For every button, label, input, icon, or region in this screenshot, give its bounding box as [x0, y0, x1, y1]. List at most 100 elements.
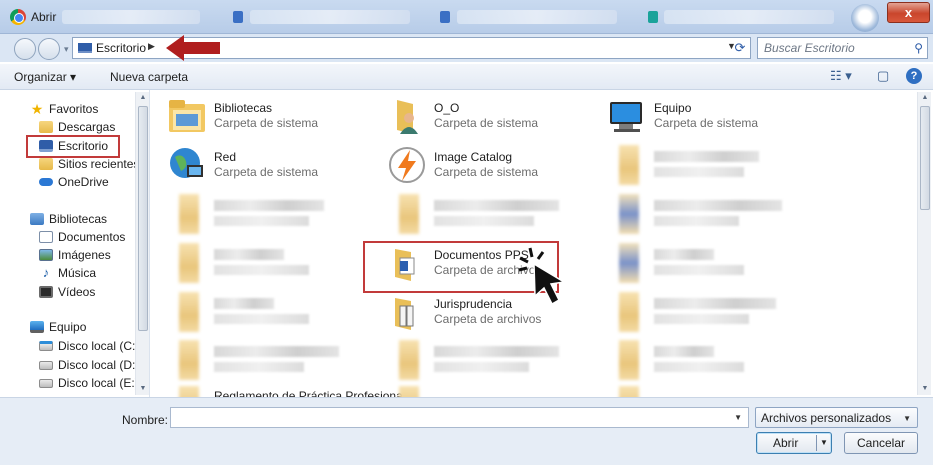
breadcrumb-chevron-icon[interactable]: ▶	[148, 41, 155, 52]
sidebar-item-favorites[interactable]: ★ Favoritos	[30, 101, 99, 117]
address-location[interactable]: Escritorio	[96, 41, 146, 55]
blurred-type	[214, 216, 309, 226]
blurred-item[interactable]	[167, 340, 367, 384]
list-item[interactable]: Image Catalog Carpeta de sistema	[387, 145, 587, 189]
sidebar-scrollbar[interactable]: ▲ ▼	[135, 92, 149, 395]
libraries-icon	[169, 100, 205, 132]
blurred-item[interactable]	[387, 340, 587, 384]
blurred-item[interactable]	[607, 340, 807, 384]
filename-input[interactable]	[174, 409, 729, 426]
list-item[interactable]: Equipo Carpeta de sistema	[607, 96, 807, 140]
folder-icon	[399, 340, 419, 380]
file-type-dropdown-icon[interactable]: ▼	[903, 414, 911, 423]
folder-icon	[399, 194, 419, 234]
computer-icon	[610, 102, 642, 132]
change-view-icon[interactable]: ☷ ▾	[830, 68, 852, 84]
list-item[interactable]: O_O Carpeta de sistema	[387, 96, 587, 140]
blurred-type	[214, 314, 309, 324]
list-item[interactable]: Reglamento de Práctica Profesional	[167, 386, 405, 397]
search-box[interactable]: ⚲	[757, 37, 928, 59]
scroll-up-icon[interactable]: ▲	[136, 92, 150, 104]
folder-icon	[619, 292, 639, 332]
search-input[interactable]	[764, 39, 909, 57]
music-icon: ♪	[42, 265, 50, 280]
sidebar-item-drive-c[interactable]: Disco local (C:)	[39, 339, 139, 353]
blurred-item[interactable]	[167, 194, 367, 238]
close-button[interactable]: x	[887, 2, 930, 23]
blurred-name	[654, 249, 714, 260]
file-type-value: Archivos personalizados	[761, 411, 892, 425]
list-item[interactable]: Red Carpeta de sistema	[167, 145, 367, 189]
blurred-name	[654, 200, 782, 211]
blurred-item[interactable]	[387, 386, 587, 397]
content-scrollbar[interactable]: ▲ ▼	[917, 92, 931, 395]
blurred-name	[434, 200, 559, 211]
content-scroll-thumb[interactable]	[920, 106, 930, 210]
sidebar-item-libraries[interactable]: Bibliotecas	[30, 212, 107, 226]
scroll-down-icon[interactable]: ▼	[136, 383, 150, 395]
pictures-icon	[39, 249, 53, 261]
folder-icon	[619, 243, 639, 283]
profile-bubble-icon	[851, 4, 879, 32]
file-type-select[interactable]: Archivos personalizados ▼	[755, 407, 918, 428]
sidebar-item-drive-e[interactable]: Disco local (E:)	[39, 376, 139, 390]
sidebar-item-downloads[interactable]: Descargas	[39, 120, 115, 134]
blurred-name	[214, 346, 339, 357]
blurred-item[interactable]	[607, 145, 807, 189]
blurred-name	[434, 346, 559, 357]
sidebar-item-drive-d[interactable]: Disco local (D:)	[39, 358, 139, 372]
sidebar-item-computer[interactable]: Equipo	[30, 320, 86, 334]
image-catalog-icon	[389, 147, 425, 183]
open-options-icon[interactable]: ▼	[816, 435, 831, 451]
sidebar-item-pictures[interactable]: Imágenes	[39, 248, 111, 262]
sidebar-scroll-thumb[interactable]	[138, 106, 148, 331]
blurred-type	[654, 314, 749, 324]
refresh-icon[interactable]: ⟳	[730, 38, 750, 58]
preview-pane-icon[interactable]: ▢	[877, 68, 889, 84]
annotation-arrow-icon	[166, 35, 220, 61]
forward-button[interactable]	[38, 38, 60, 60]
onedrive-icon	[39, 178, 53, 186]
sidebar-item-onedrive[interactable]: OneDrive	[39, 175, 109, 189]
scroll-down-icon[interactable]: ▼	[918, 383, 932, 395]
organize-button[interactable]: Organizar ▾	[14, 70, 76, 84]
blurred-item[interactable]	[607, 243, 807, 287]
open-button[interactable]: Abrir ▼	[756, 432, 832, 454]
filename-dropdown-icon[interactable]: ▼	[734, 413, 742, 422]
blurred-item[interactable]	[607, 292, 807, 336]
search-icon[interactable]: ⚲	[914, 41, 923, 55]
blurred-item[interactable]	[607, 194, 807, 238]
blurred-item[interactable]	[387, 194, 587, 238]
filename-combobox[interactable]: ▼	[170, 407, 749, 428]
star-icon: ★	[30, 101, 44, 117]
desktop-highlight-box	[26, 135, 120, 158]
cancel-button[interactable]: Cancelar	[844, 432, 918, 454]
blurred-item[interactable]	[607, 386, 807, 397]
desktop-icon	[78, 43, 92, 53]
recent-locations-icon[interactable]: ▾	[64, 44, 69, 55]
blurred-item[interactable]	[167, 292, 367, 336]
list-item[interactable]: Bibliotecas Carpeta de sistema	[167, 96, 367, 140]
user-folder-icon	[397, 100, 418, 134]
sidebar-item-music[interactable]: ♪ Música	[39, 266, 96, 280]
sidebar-item-recent[interactable]: Sitios recientes	[39, 157, 139, 171]
sidebar-item-videos[interactable]: Vídeos	[39, 285, 95, 299]
scroll-up-icon[interactable]: ▲	[918, 92, 932, 104]
blurred-type	[214, 362, 304, 372]
folder-icon	[179, 340, 199, 380]
blurred-item[interactable]	[167, 243, 367, 287]
new-folder-button[interactable]: Nueva carpeta	[110, 70, 188, 84]
help-icon[interactable]: ?	[906, 68, 922, 84]
tab-favicon	[233, 11, 243, 23]
blurred-type	[654, 167, 744, 177]
network-icon	[170, 148, 203, 178]
drive-icon	[39, 378, 53, 388]
sidebar-item-documents[interactable]: Documentos	[39, 230, 125, 244]
back-button[interactable]	[14, 38, 36, 60]
background-tab-blurred	[62, 10, 200, 24]
tab-favicon	[648, 11, 658, 23]
blurred-type	[654, 216, 739, 226]
blurred-name	[214, 200, 324, 211]
organize-label: Organizar	[14, 70, 67, 84]
documents-icon	[39, 231, 53, 243]
